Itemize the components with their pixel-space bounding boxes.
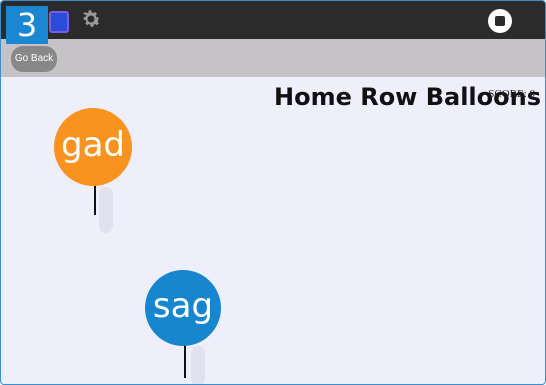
game-window: Home Row Balloons Go Back SCORE: 0 gad s… <box>0 0 546 385</box>
balloon-shadow <box>99 187 113 233</box>
level-badge: 3 <box>6 6 48 44</box>
balloon-shadow <box>191 346 205 384</box>
balloon-string <box>94 183 96 215</box>
score-display: SCORE: 0 <box>488 88 535 100</box>
balloon-string <box>184 344 186 378</box>
gear-icon[interactable] <box>79 7 103 31</box>
title-bar: Home Row Balloons <box>1 39 545 111</box>
stop-icon[interactable] <box>488 9 512 33</box>
app-icon[interactable] <box>49 11 69 33</box>
balloon-gad: gad <box>54 108 132 186</box>
balloon-sag: sag <box>145 270 221 346</box>
go-back-button[interactable]: Go Back <box>11 46 57 72</box>
top-toolbar <box>1 1 545 39</box>
balloon-word: gad <box>61 125 125 165</box>
balloon-word: sag <box>152 286 214 326</box>
